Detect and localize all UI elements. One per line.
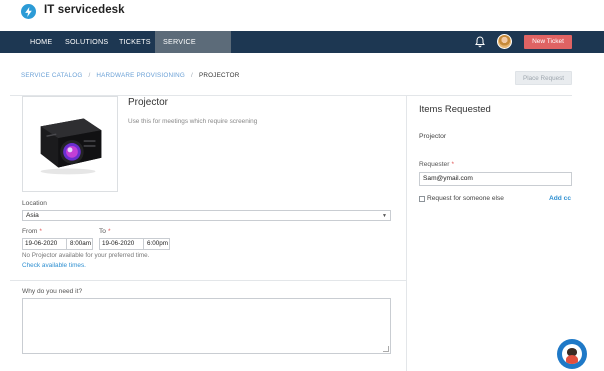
top-navigation: HOME SOLUTIONS TICKETS SERVICE CATALOG N… [0,31,604,68]
items-requested-title: Items Requested [419,104,491,115]
from-time[interactable]: 8:00am [66,239,91,249]
required-asterisk: * [451,161,455,168]
location-label: Location [22,200,47,207]
breadcrumb-current: PROJECTOR [198,72,240,79]
resize-grip-icon[interactable] [383,346,389,352]
nav-service-catalog[interactable]: SERVICE CATALOG [155,31,231,68]
to-time[interactable]: 6:00pm [143,239,168,249]
nav-tickets[interactable]: TICKETS [111,31,159,53]
why-textarea[interactable] [22,298,391,354]
lightning-logo-icon [21,4,36,19]
requested-item: Projector [419,133,447,140]
breadcrumb-service-catalog[interactable]: SERVICE CATALOG [21,72,82,79]
to-datetime-field[interactable]: 19-06-2020 6:00pm [99,238,170,250]
user-avatar[interactable] [497,34,512,49]
breadcrumb-hardware-provisioning[interactable]: HARDWARE PROVISIONING [96,72,185,79]
nav-home[interactable]: HOME [22,31,60,53]
location-value: Asia [26,212,39,219]
projector-image-icon [40,118,102,175]
from-date[interactable]: 19-06-2020 [25,239,57,249]
request-for-someone-else-checkbox[interactable] [419,196,425,202]
requester-label-text: Requester [419,161,450,168]
brand-bar: IT servicedesk [0,0,604,31]
app-name: IT servicedesk [44,4,125,16]
place-request-button[interactable]: Place Request [515,71,572,85]
requester-input[interactable]: Sam@ymail.com [419,172,572,186]
to-label: To * [99,228,111,235]
from-datetime-field[interactable]: 19-06-2020 8:00am [22,238,93,250]
location-select[interactable]: Asia ▼ [22,210,391,221]
request-for-someone-else-label[interactable]: Request for someone else [427,195,504,202]
from-label-text: From [22,228,38,235]
from-label: From * [22,228,42,235]
chat-support-button[interactable] [557,339,587,369]
breadcrumb-separator: / [88,72,91,79]
to-label-text: To [99,228,106,235]
section-divider [10,280,407,281]
breadcrumb-separator: / [191,72,193,79]
product-description: Use this for meetings which require scre… [128,118,258,125]
availability-note: No Projector available for your preferre… [22,252,150,259]
add-cc-link[interactable]: Add cc [549,195,571,202]
new-ticket-button[interactable]: New Ticket [524,35,572,49]
chevron-down-icon: ▼ [382,213,387,219]
check-available-times-link[interactable]: Check available times. [22,262,86,269]
nav-solutions[interactable]: SOLUTIONS [57,31,116,53]
requester-label: Requester * [419,161,454,168]
breadcrumb: SERVICE CATALOG / HARDWARE PROVISIONING / PR… [21,72,240,79]
required-asterisk: * [39,228,42,235]
bell-icon[interactable] [474,36,486,48]
product-image [22,96,118,192]
product-title: Projector [128,97,169,108]
required-asterisk: * [107,228,111,235]
why-label: Why do you need it? [22,288,83,295]
chat-bot-avatar-icon [562,344,582,364]
to-date[interactable]: 19-06-2020 [102,239,134,249]
